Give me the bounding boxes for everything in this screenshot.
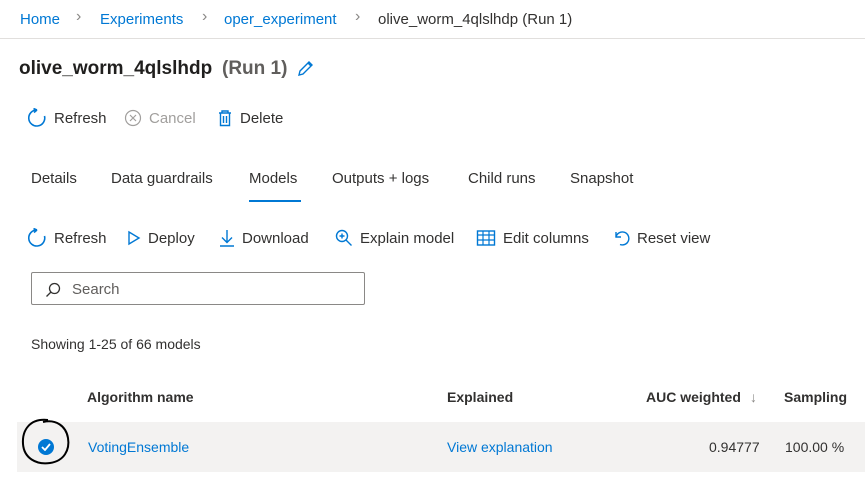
delete-label: Delete — [240, 109, 284, 127]
zoom-in-icon — [335, 229, 352, 246]
search-box[interactable] — [31, 272, 365, 305]
deploy-button[interactable]: Deploy — [127, 225, 195, 251]
cancel-circle-icon — [124, 109, 142, 127]
view-explanation-link[interactable]: View explanation — [447, 439, 553, 455]
trash-icon — [219, 110, 231, 127]
cancel-run-button[interactable]: Cancel — [124, 105, 196, 131]
column-header-auc[interactable]: AUC weighted — [646, 389, 741, 405]
column-header-explained[interactable]: Explained — [447, 389, 513, 405]
breadcrumb-experiments[interactable]: Experiments — [100, 11, 183, 28]
play-icon — [128, 230, 141, 246]
tab-models[interactable]: Models — [249, 170, 297, 187]
table-columns-icon — [476, 230, 496, 246]
tab-details[interactable]: Details — [31, 170, 77, 187]
column-header-sampling[interactable]: Sampling — [784, 389, 847, 405]
search-input[interactable] — [72, 279, 352, 299]
tab-child-runs[interactable]: Child runs — [468, 170, 536, 187]
explain-model-button[interactable]: Explain model — [335, 225, 454, 251]
page-title: olive_worm_4qlslhdp — [19, 58, 213, 79]
active-tab-indicator — [249, 200, 301, 202]
refresh-icon — [28, 108, 46, 127]
undo-icon — [615, 231, 630, 246]
explain-model-label: Explain model — [360, 229, 455, 247]
breadcrumb: Home › Experiments › oper_experiment › o… — [0, 0, 865, 39]
sampling-value: 100.00 % — [785, 439, 845, 455]
refresh-models-label: Refresh — [54, 229, 107, 247]
edit-columns-button[interactable]: Edit columns — [476, 225, 589, 251]
download-label: Download — [242, 229, 309, 247]
chevron-right-icon: › — [76, 8, 82, 25]
edit-columns-label: Edit columns — [503, 229, 589, 247]
breadcrumb-experiment[interactable]: oper_experiment — [224, 11, 337, 28]
reset-view-label: Reset view — [637, 229, 711, 247]
tab-snapshot[interactable]: Snapshot — [570, 170, 633, 187]
refresh-models-button[interactable]: Refresh — [27, 225, 107, 251]
auc-value: 0.94777 — [709, 439, 760, 455]
deploy-label: Deploy — [148, 229, 195, 247]
refresh-label: Refresh — [54, 109, 107, 127]
search-icon — [46, 282, 61, 297]
tab-outputs-logs[interactable]: Outputs + logs — [332, 170, 429, 187]
column-header-algorithm[interactable]: Algorithm name — [87, 389, 194, 405]
chevron-right-icon: › — [202, 8, 208, 25]
cancel-label: Cancel — [149, 109, 196, 127]
download-button[interactable]: Download — [219, 225, 309, 251]
tab-data-guardrails[interactable]: Data guardrails — [111, 170, 213, 187]
breadcrumb-current: olive_worm_4qlslhdp (Run 1) — [378, 11, 573, 28]
refresh-icon — [28, 228, 46, 247]
reset-view-button[interactable]: Reset view — [612, 225, 710, 251]
breadcrumb-home[interactable]: Home — [20, 11, 60, 28]
arrow-down-icon: ↓ — [750, 389, 757, 405]
annotation-circle — [21, 418, 70, 465]
page-subtitle: (Run 1) — [222, 58, 288, 79]
edit-pencil-icon[interactable] — [296, 58, 316, 83]
algorithm-link[interactable]: VotingEnsemble — [88, 439, 189, 455]
refresh-run-button[interactable]: Refresh — [27, 105, 107, 131]
delete-run-button[interactable]: Delete — [217, 105, 283, 131]
download-icon — [220, 230, 234, 247]
chevron-right-icon: › — [355, 8, 361, 25]
showing-count: Showing 1-25 of 66 models — [31, 336, 201, 352]
